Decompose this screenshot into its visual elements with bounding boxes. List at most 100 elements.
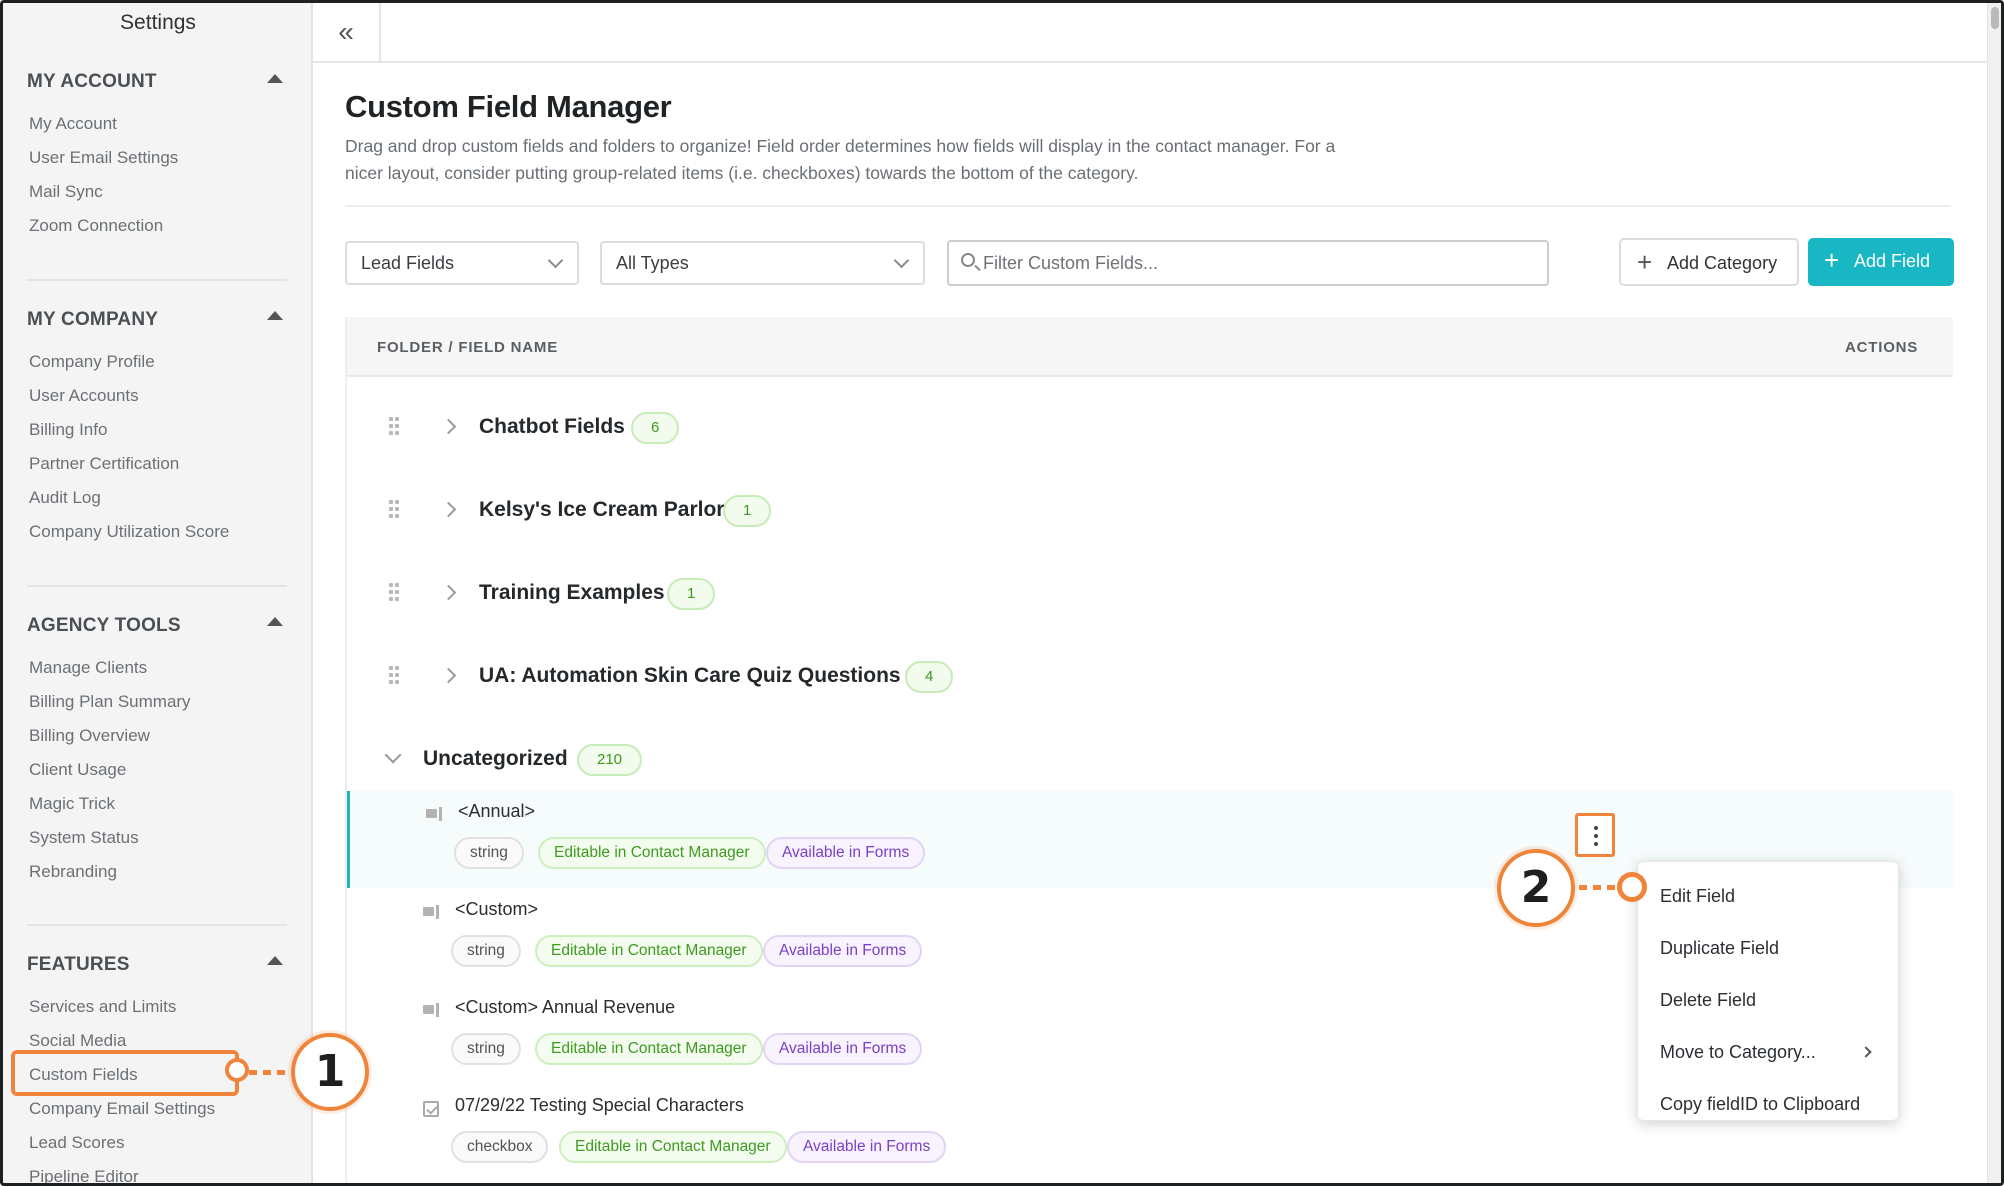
- menu-item-delete-field[interactable]: Delete Field: [1660, 990, 1756, 1011]
- sidebar-divider: [27, 585, 287, 587]
- chevron-down-icon: [893, 252, 910, 269]
- field-name: <Custom>: [455, 899, 539, 919]
- section-heading-agency-tools[interactable]: AGENCY TOOLS: [27, 615, 181, 637]
- scrollbar-thumb[interactable]: [1991, 7, 1999, 29]
- drag-handle-icon[interactable]: [389, 666, 401, 686]
- field-actions-menu: Edit Field Duplicate Field Delete Field …: [1637, 861, 1899, 1121]
- chevron-down-icon[interactable]: [384, 746, 402, 764]
- sidebar-item-company-email-settings[interactable]: Company Email Settings: [29, 1099, 215, 1119]
- collapse-sidebar-button[interactable]: «: [313, 3, 381, 61]
- callout-step-1: 1: [291, 1033, 369, 1111]
- sidebar-item-manage-clients[interactable]: Manage Clients: [29, 658, 147, 678]
- section-heading-my-account[interactable]: MY ACCOUNT: [27, 71, 157, 93]
- field-name: <Annual>: [458, 801, 536, 821]
- folder-row[interactable]: Training Examples 1: [347, 563, 1953, 623]
- text-field-icon: [423, 905, 441, 919]
- sidebar-divider: [27, 924, 287, 926]
- sidebar-item-billing-info[interactable]: Billing Info: [29, 420, 107, 440]
- chevron-right-icon[interactable]: [440, 584, 457, 601]
- chevron-down-icon: [547, 252, 564, 269]
- editable-tag: Editable in Contact Manager: [535, 1033, 763, 1065]
- sidebar-item-zoom-connection[interactable]: Zoom Connection: [29, 216, 163, 236]
- sidebar-item-company-utilization-score[interactable]: Company Utilization Score: [29, 522, 229, 542]
- sidebar-item-user-accounts[interactable]: User Accounts: [29, 386, 139, 406]
- folder-count-badge: 4: [905, 661, 954, 693]
- drag-handle-icon[interactable]: [389, 583, 401, 603]
- sidebar-item-rebranding[interactable]: Rebranding: [29, 862, 117, 882]
- folder-name: Kelsy's Ice Cream Parlor: [479, 498, 725, 521]
- filter-custom-fields-input[interactable]: [983, 250, 1533, 276]
- sidebar-item-partner-certification[interactable]: Partner Certification: [29, 454, 179, 474]
- folder-count-badge: 1: [723, 495, 772, 527]
- sidebar-item-billing-plan-summary[interactable]: Billing Plan Summary: [29, 692, 191, 712]
- collapse-caret-icon[interactable]: [267, 311, 283, 320]
- sidebar-item-audit-log[interactable]: Audit Log: [29, 488, 101, 508]
- text-field-icon: [423, 1003, 441, 1017]
- editable-tag: Editable in Contact Manager: [535, 935, 763, 967]
- folder-count-badge: 1: [667, 578, 716, 610]
- app-window: Settings MY ACCOUNT My Account User Emai…: [0, 0, 2004, 1186]
- table-header: FOLDER / FIELD NAME ACTIONS: [347, 317, 1953, 377]
- drag-handle-icon[interactable]: [389, 500, 401, 520]
- editable-tag: Editable in Contact Manager: [538, 837, 766, 869]
- section-heading-features[interactable]: FEATURES: [27, 954, 130, 976]
- settings-sidebar: Settings MY ACCOUNT My Account User Emai…: [3, 3, 313, 1183]
- chevron-right-icon[interactable]: [440, 667, 457, 684]
- sidebar-item-my-account[interactable]: My Account: [29, 114, 117, 134]
- forms-tag: Available in Forms: [763, 1033, 923, 1065]
- sidebar-item-pipeline-editor[interactable]: Pipeline Editor: [29, 1167, 139, 1183]
- folder-row[interactable]: Kelsy's Ice Cream Parlor 1: [347, 480, 1953, 540]
- more-actions-button[interactable]: [1575, 813, 1615, 857]
- page-scrollbar[interactable]: [1987, 3, 2001, 1183]
- sidebar-item-magic-trick[interactable]: Magic Trick: [29, 794, 115, 814]
- field-group-select[interactable]: Lead Fields: [345, 241, 579, 285]
- uncategorized-folder-row[interactable]: Uncategorized 210: [347, 729, 1953, 789]
- plus-icon: +: [1824, 245, 1840, 275]
- editable-tag: Editable in Contact Manager: [559, 1131, 787, 1163]
- folder-row[interactable]: Chatbot Fields 6: [347, 397, 1953, 457]
- field-type-select[interactable]: All Types: [600, 241, 925, 285]
- add-field-label: Add Field: [1854, 251, 1931, 271]
- sidebar-item-mail-sync[interactable]: Mail Sync: [29, 182, 103, 202]
- highlight-custom-fields: [11, 1050, 239, 1096]
- field-name: 07/29/22 Testing Special Characters: [455, 1095, 744, 1115]
- chevron-right-icon[interactable]: [440, 501, 457, 518]
- folder-count-badge: 210: [577, 744, 643, 776]
- checkbox-icon: [423, 1101, 439, 1117]
- callout-step-2: 2: [1497, 849, 1575, 927]
- sidebar-item-services-and-limits[interactable]: Services and Limits: [29, 997, 176, 1017]
- folder-row[interactable]: UA: Automation Skin Care Quiz Questions …: [347, 646, 1953, 706]
- field-type-tag: string: [451, 935, 521, 967]
- page-title: Custom Field Manager: [345, 89, 672, 124]
- sidebar-item-billing-overview[interactable]: Billing Overview: [29, 726, 150, 746]
- field-type-tag: string: [454, 837, 524, 869]
- collapse-caret-icon[interactable]: [267, 74, 283, 83]
- sidebar-item-company-profile[interactable]: Company Profile: [29, 352, 155, 372]
- menu-item-copy-field-id[interactable]: Copy fieldID to Clipboard: [1660, 1094, 1860, 1115]
- menu-item-move-to-category[interactable]: Move to Category...: [1660, 1042, 1816, 1063]
- add-category-button[interactable]: + Add Category: [1619, 238, 1799, 286]
- menu-item-duplicate-field[interactable]: Duplicate Field: [1660, 938, 1779, 959]
- field-group-value: Lead Fields: [361, 253, 455, 273]
- sidebar-item-system-status[interactable]: System Status: [29, 828, 139, 848]
- top-bar: «: [313, 3, 1993, 63]
- sidebar-item-client-usage[interactable]: Client Usage: [29, 760, 126, 780]
- sidebar-item-social-media[interactable]: Social Media: [29, 1031, 126, 1051]
- callout-anchor: [225, 1058, 249, 1082]
- collapse-caret-icon[interactable]: [267, 617, 283, 626]
- drag-handle-icon[interactable]: [389, 417, 401, 437]
- chevron-right-icon[interactable]: [440, 418, 457, 435]
- field-type-value: All Types: [616, 253, 689, 273]
- page-description: Drag and drop custom fields and folders …: [345, 136, 1336, 183]
- menu-item-edit-field[interactable]: Edit Field: [1660, 886, 1735, 907]
- sidebar-item-user-email-settings[interactable]: User Email Settings: [29, 148, 178, 168]
- section-heading-my-company[interactable]: MY COMPANY: [27, 309, 158, 331]
- collapse-caret-icon[interactable]: [267, 956, 283, 965]
- add-field-button[interactable]: + Add Field: [1808, 238, 1954, 286]
- folder-name: Uncategorized: [423, 747, 568, 770]
- sidebar-item-lead-scores[interactable]: Lead Scores: [29, 1133, 124, 1153]
- folder-count-badge: 6: [631, 412, 680, 444]
- field-name: <Custom> Annual Revenue: [455, 997, 676, 1017]
- filter-search-box[interactable]: [947, 240, 1549, 286]
- double-chevron-left-icon: «: [338, 16, 354, 47]
